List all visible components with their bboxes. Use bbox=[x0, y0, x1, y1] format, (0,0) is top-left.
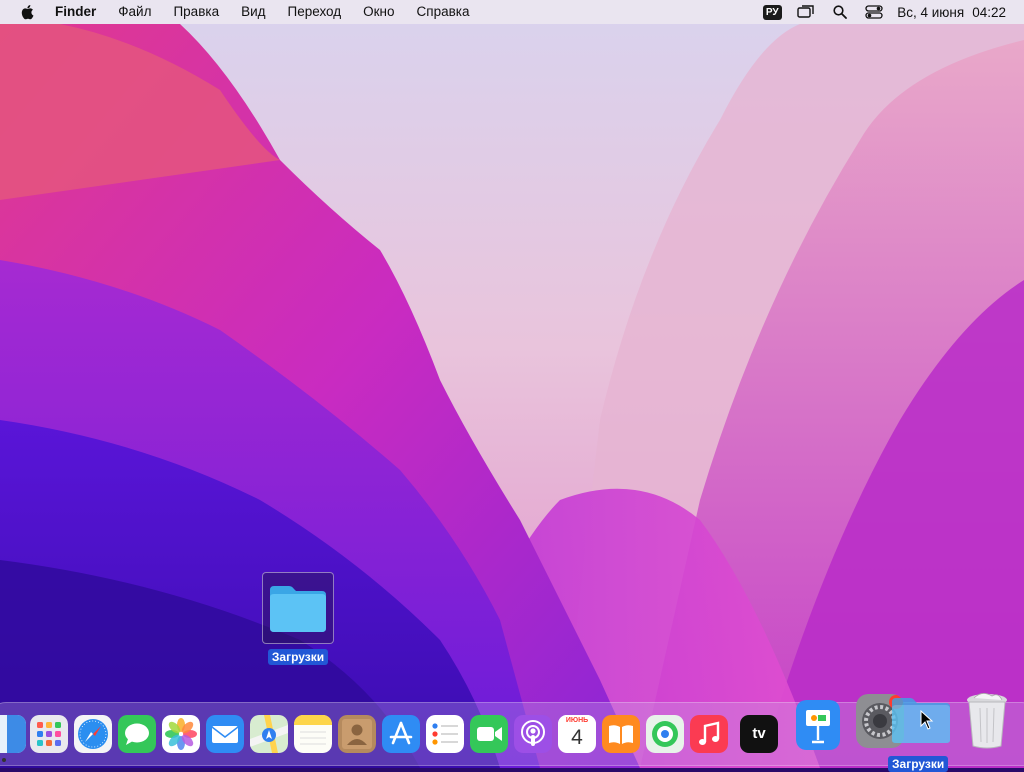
menu-go[interactable]: Переход bbox=[277, 0, 353, 24]
reminders-icon[interactable] bbox=[426, 715, 464, 753]
desktop-wallpaper bbox=[0, 0, 1024, 768]
find-my-icon[interactable] bbox=[646, 715, 684, 753]
contacts-icon[interactable] bbox=[338, 715, 376, 753]
spotlight-search-icon[interactable] bbox=[823, 0, 857, 24]
control-center-icon[interactable] bbox=[857, 0, 891, 24]
finder-icon[interactable] bbox=[0, 715, 26, 753]
input-source-menu[interactable]: РУ bbox=[755, 0, 789, 24]
apple-tv-label: tv bbox=[752, 725, 766, 742]
mail-icon[interactable] bbox=[206, 715, 244, 753]
books-icon[interactable] bbox=[602, 715, 640, 753]
input-language-badge: РУ bbox=[762, 4, 782, 20]
menu-edit[interactable]: Правка bbox=[162, 0, 230, 24]
clock-date: Вс, 4 июня bbox=[897, 4, 965, 20]
menu-file[interactable]: Файл bbox=[107, 0, 162, 24]
menu-bar-clock[interactable]: Вс, 4 июня 04:22 bbox=[891, 5, 1006, 20]
calendar-day: 4 bbox=[571, 726, 583, 749]
notes-icon[interactable] bbox=[294, 715, 332, 753]
calendar-icon[interactable]: ИЮНЬ 4 bbox=[558, 715, 596, 753]
menu-bar: Finder Файл Правка Вид Переход Окно Спра… bbox=[0, 0, 1024, 24]
clock-time: 04:22 bbox=[972, 4, 1006, 20]
trash-icon[interactable] bbox=[962, 688, 1012, 750]
desktop-folder-label: Загрузки bbox=[267, 649, 329, 665]
launchpad-icon[interactable] bbox=[30, 715, 68, 753]
mouse-pointer-icon bbox=[920, 710, 934, 730]
facetime-icon[interactable] bbox=[470, 715, 508, 753]
menu-window[interactable]: Окно bbox=[352, 0, 405, 24]
menu-app-finder[interactable]: Finder bbox=[44, 0, 107, 24]
screen-mirroring-icon[interactable] bbox=[789, 0, 823, 24]
menu-help[interactable]: Справка bbox=[406, 0, 481, 24]
apple-tv-icon[interactable]: tv bbox=[740, 715, 778, 753]
calendar-month: ИЮНЬ bbox=[558, 715, 596, 725]
keynote-icon[interactable] bbox=[796, 700, 840, 750]
dragged-folder-label: Загрузки bbox=[888, 756, 949, 772]
messages-icon[interactable] bbox=[118, 715, 156, 753]
desktop-folder-downloads[interactable]: Загрузки bbox=[260, 572, 336, 666]
folder-icon bbox=[262, 572, 334, 644]
menu-view[interactable]: Вид bbox=[230, 0, 276, 24]
apple-menu-icon[interactable] bbox=[18, 0, 36, 24]
finder-running-indicator bbox=[2, 758, 6, 762]
music-icon[interactable] bbox=[690, 715, 728, 753]
app-store-icon[interactable] bbox=[382, 715, 420, 753]
photos-icon[interactable] bbox=[162, 715, 200, 753]
podcasts-icon[interactable] bbox=[514, 715, 552, 753]
safari-icon[interactable] bbox=[74, 715, 112, 753]
maps-icon[interactable] bbox=[250, 715, 288, 753]
